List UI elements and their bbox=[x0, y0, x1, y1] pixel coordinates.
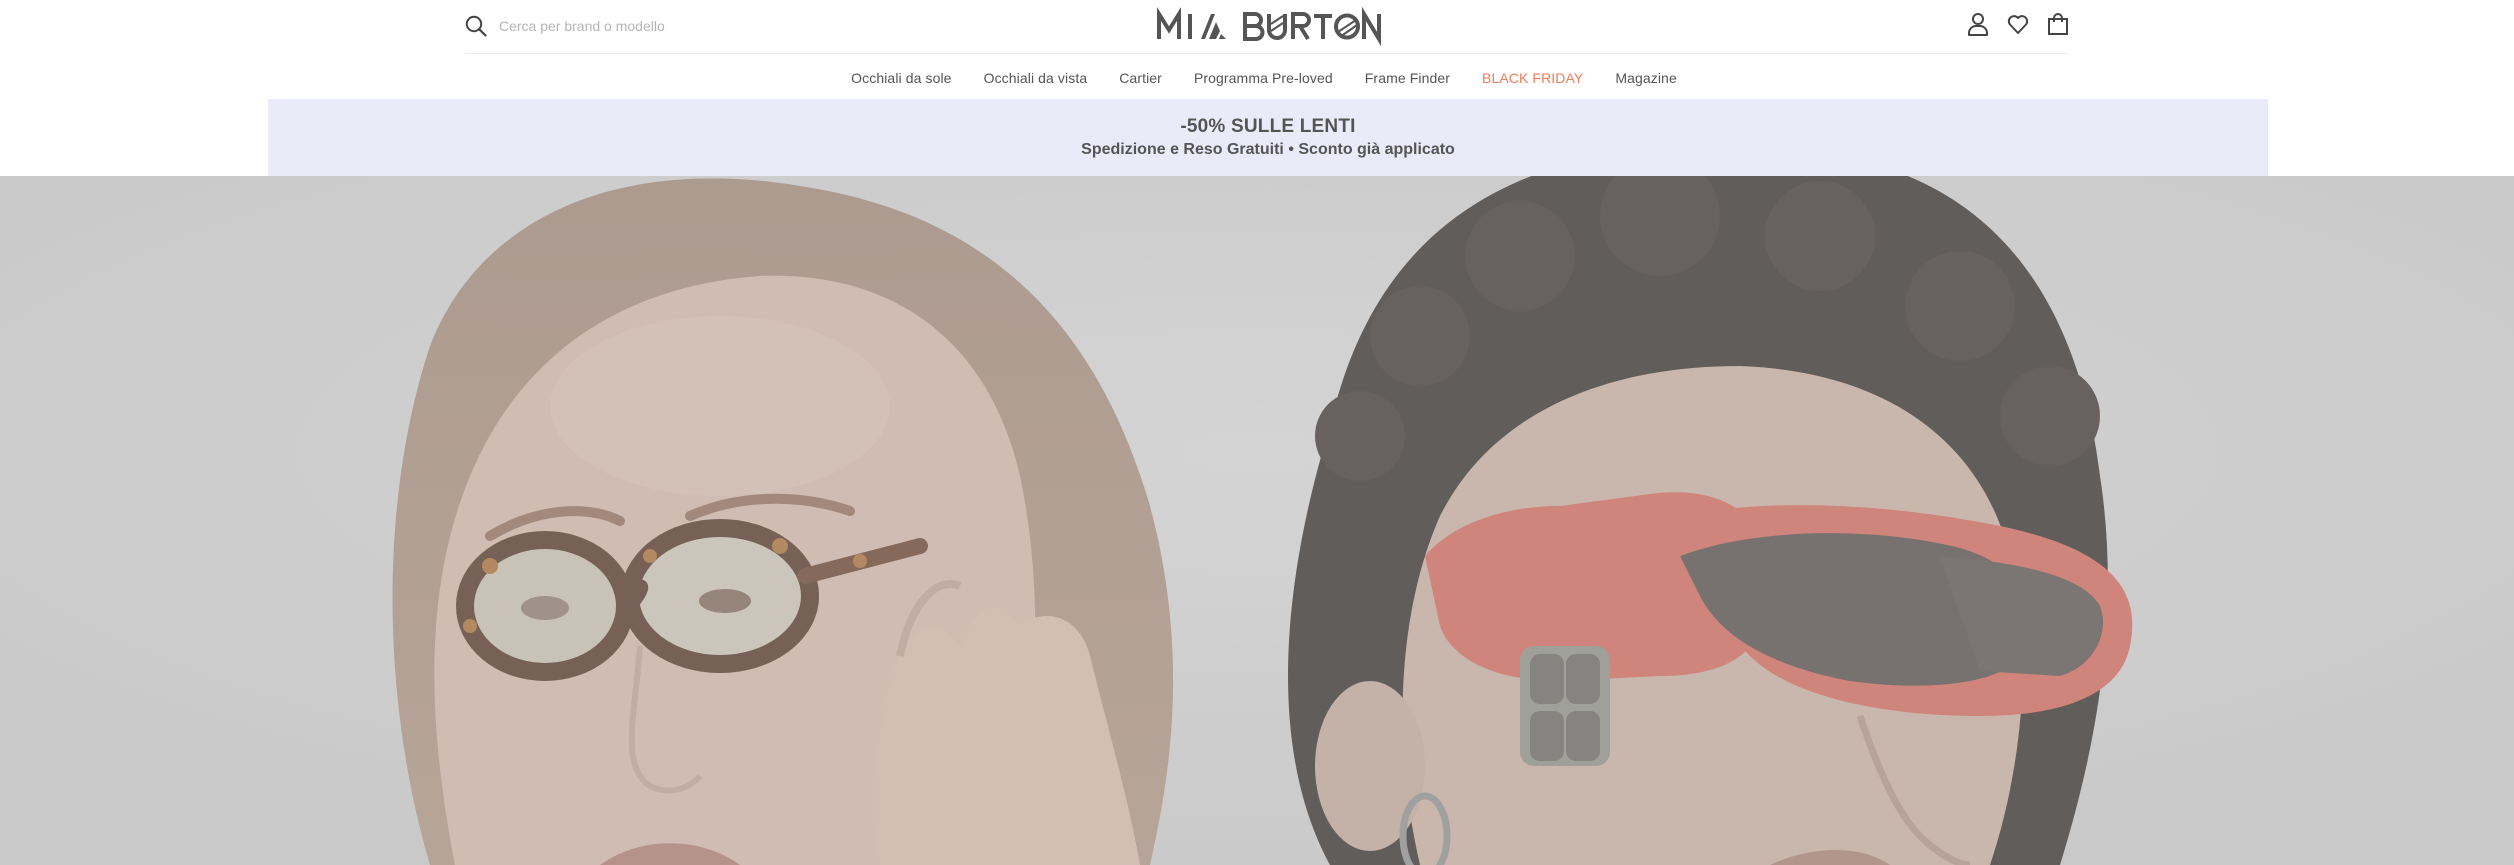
nav-item-magazine[interactable]: Magazine bbox=[1615, 70, 1677, 86]
heart-icon[interactable] bbox=[2007, 12, 2029, 36]
nav-item-eyeglasses[interactable]: Occhiali da vista bbox=[984, 70, 1088, 86]
promo-subline: Spedizione e Reso Gratuiti • Sconto già … bbox=[1081, 141, 1455, 158]
brand-logo[interactable] bbox=[1157, 6, 1383, 47]
promo-banner[interactable]: -50% SULLE LENTI Spedizione e Reso Gratu… bbox=[268, 99, 2268, 176]
nav-item-frame-finder[interactable]: Frame Finder bbox=[1365, 70, 1450, 86]
promo-headline: -50% SULLE LENTI bbox=[1180, 116, 1356, 137]
nav-item-cartier[interactable]: Cartier bbox=[1119, 70, 1162, 86]
search-input[interactable] bbox=[499, 18, 899, 34]
user-icon[interactable] bbox=[1967, 12, 1989, 36]
shopping-bag-icon[interactable] bbox=[2047, 12, 2069, 36]
header-icons bbox=[1967, 12, 2069, 36]
nav-item-black-friday[interactable]: BLACK FRIDAY bbox=[1482, 70, 1583, 86]
main-nav: Occhiali da sole Occhiali da vista Carti… bbox=[0, 58, 2514, 98]
search-icon[interactable] bbox=[465, 15, 487, 37]
search-bar[interactable] bbox=[465, 10, 1065, 42]
nav-item-sunglasses[interactable]: Occhiali da sole bbox=[851, 70, 951, 86]
hero-image[interactable] bbox=[0, 176, 2514, 865]
nav-item-pre-loved[interactable]: Programma Pre-loved bbox=[1194, 70, 1333, 86]
site-header bbox=[465, 0, 2069, 54]
